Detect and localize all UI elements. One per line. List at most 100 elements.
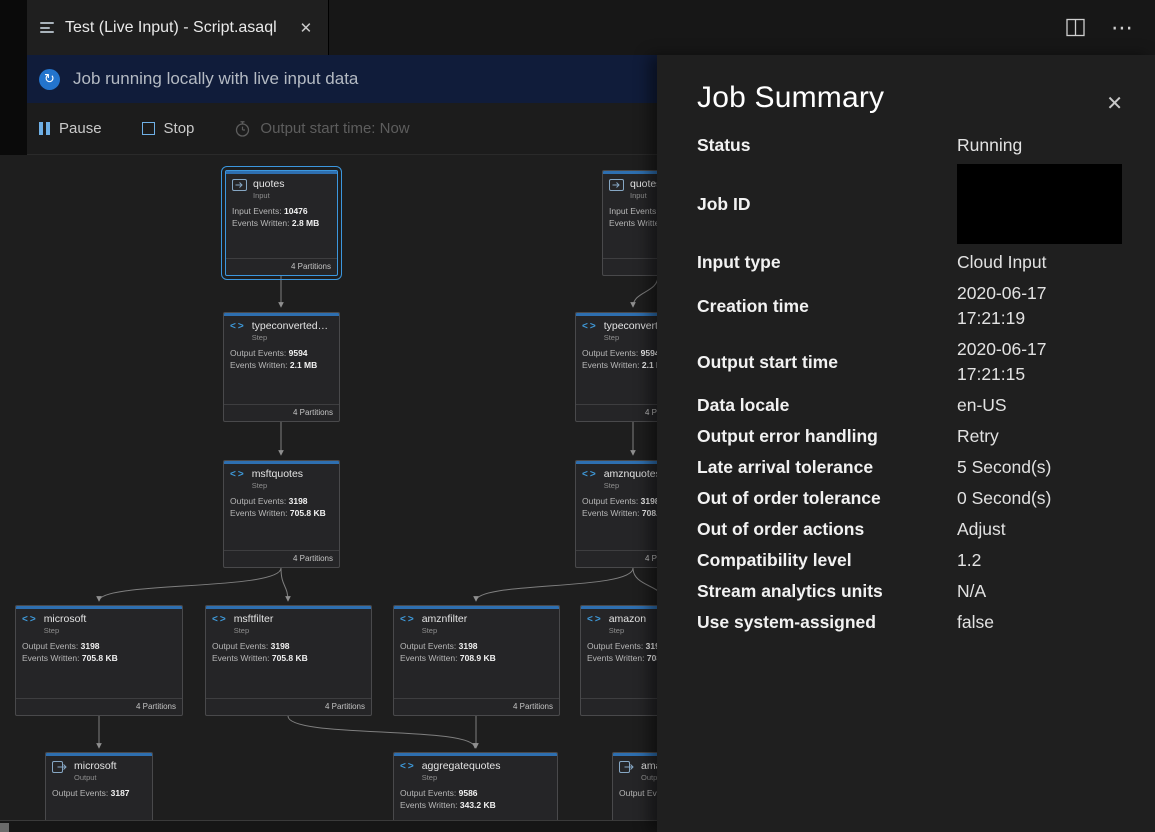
- diagram-node-microsoft-output[interactable]: microsoftOutputOutput Events: 3187: [45, 752, 153, 820]
- step-node-icon: <>: [582, 469, 598, 481]
- diagram-node-microsoft-step[interactable]: <>microsoftStepOutput Events: 3198Events…: [15, 605, 183, 716]
- summary-value: Adjust: [957, 517, 1006, 542]
- job-summary-panel: Job Summary ✕ StatusRunningJob IDInput t…: [657, 55, 1155, 832]
- step-node-icon: <>: [400, 614, 416, 626]
- node-subtitle: Step: [422, 773, 551, 782]
- stop-label: Stop: [164, 120, 195, 137]
- output-node-icon: [52, 761, 68, 773]
- close-panel-icon[interactable]: ✕: [1106, 91, 1123, 116]
- node-title: aggregatequotes: [422, 760, 551, 772]
- node-stat: Output Events: 3198: [22, 640, 176, 652]
- node-subtitle: Step: [252, 333, 333, 342]
- stop-button[interactable]: Stop: [142, 120, 195, 137]
- diagram-node-quotes[interactable]: quotesInput Input Events: 10476Events Wri…: [225, 170, 338, 276]
- pause-icon: [39, 122, 50, 135]
- step-node-icon: <>: [212, 614, 228, 626]
- node-partitions: 4 Partitions: [16, 698, 182, 715]
- node-stats: Output Events: 3198Events Written: 705.8…: [224, 492, 339, 519]
- node-subtitle: Step: [422, 626, 553, 635]
- more-actions-icon[interactable]: ⋯: [1111, 17, 1133, 39]
- node-stats: Output Events: 3198Events Written: 705.8…: [206, 637, 371, 664]
- app-window: Test (Live Input) - Script.asaql ✕ ⋯ ↻ J…: [0, 0, 1155, 832]
- node-stat: Events Written: 2.1 MB: [230, 359, 333, 371]
- split-editor-icon[interactable]: [1066, 18, 1085, 37]
- step-node-icon: <>: [22, 614, 38, 626]
- tab-script-asaql[interactable]: Test (Live Input) - Script.asaql ✕: [27, 0, 329, 55]
- summary-row-job-id: Job ID: [697, 164, 1127, 244]
- summary-value: 5 Second(s): [957, 455, 1051, 480]
- node-stat: Output Events: 3198: [400, 640, 553, 652]
- edge-msftquotes-to-microsoft: [99, 568, 281, 601]
- summary-label: Stream analytics units: [697, 581, 957, 602]
- node-subtitle: Step: [44, 626, 176, 635]
- node-partitions: 4 Partitions: [224, 404, 339, 421]
- summary-row-creation-time: Creation time2020-06-17 17:21:19: [697, 281, 1127, 331]
- summary-value: Running: [957, 133, 1022, 158]
- summary-value: 2020-06-17 17:21:15: [957, 337, 1047, 387]
- summary-row-out-of-order-actions: Out of order actionsAdjust: [697, 517, 1127, 542]
- node-title: quotes: [253, 178, 331, 190]
- node-title: typeconvertedquot...: [252, 320, 333, 332]
- node-stats: Output Events: 3198Events Written: 708.9…: [394, 637, 559, 664]
- step-node-icon: <>: [400, 761, 416, 773]
- summary-label: Late arrival tolerance: [697, 457, 957, 478]
- summary-value: 2020-06-17 17:21:19: [957, 281, 1047, 331]
- diagram-node-typeconvertedquotes[interactable]: <>typeconvertedquot...StepOutput Events:…: [223, 312, 340, 422]
- summary-row-use-system-assigned: Use system-assignedfalse: [697, 610, 1127, 635]
- node-subtitle: Step: [234, 626, 365, 635]
- scrollbar-thumb[interactable]: [0, 823, 9, 832]
- summary-row-out-of-order-tolerance: Out of order tolerance0 Second(s): [697, 486, 1127, 511]
- node-title: amznfilter: [422, 613, 553, 625]
- node-stat: Events Written: 705.8 KB: [22, 652, 176, 664]
- summary-label: Use system-assigned: [697, 612, 957, 633]
- sync-spinner-icon: ↻: [39, 69, 60, 90]
- summary-row-output-error-handling: Output error handlingRetry: [697, 424, 1127, 449]
- node-stats: Output Events: 9586Events Written: 343.2…: [394, 784, 557, 811]
- node-stats: Output Events: 3187: [46, 784, 152, 799]
- summary-label: Compatibility level: [697, 550, 957, 571]
- summary-value: 1.2: [957, 548, 981, 573]
- job-summary-rows: StatusRunningJob IDInput typeCloud Input…: [697, 133, 1127, 635]
- diagram-node-msftfilter[interactable]: <> msftfilterStep Output Events: 3198Event…: [205, 605, 372, 716]
- step-node-icon: <>: [587, 614, 603, 626]
- summary-row-output-start-time: Output start time2020-06-17 17:21:15: [697, 337, 1127, 387]
- summary-value: N/A: [957, 579, 986, 604]
- node-stats: Output Events: 3198Events Written: 705.8…: [16, 637, 182, 664]
- job-id-redacted-value: [957, 164, 1122, 244]
- summary-row-stream-analytics-units: Stream analytics unitsN/A: [697, 579, 1127, 604]
- tab-title: Test (Live Input) - Script.asaql: [65, 19, 277, 37]
- summary-value: Retry: [957, 424, 999, 449]
- pause-label: Pause: [59, 120, 102, 137]
- edge-msftfilter-to-aggregatequotes: [288, 716, 475, 748]
- edge-amznquotes-to-amznfilter: [476, 568, 633, 601]
- diagram-node-aggregatequotes[interactable]: <> aggregatequotesStep Output Events: 9586…: [393, 752, 558, 820]
- summary-value: false: [957, 610, 994, 635]
- summary-label: Job ID: [697, 194, 957, 215]
- node-stat: Output Events: 9586: [400, 787, 551, 799]
- node-subtitle: Input: [253, 191, 331, 200]
- summary-label: Output error handling: [697, 426, 957, 447]
- summary-row-late-arrival-tolerance: Late arrival tolerance5 Second(s): [697, 455, 1127, 480]
- close-tab-icon[interactable]: ✕: [300, 19, 313, 37]
- summary-value: 0 Second(s): [957, 486, 1051, 511]
- node-stats: Output Events: 9594Events Written: 2.1 M…: [224, 344, 339, 371]
- diagram-node-amznfilter[interactable]: <> amznfilterStep Output Events: 3198Event…: [393, 605, 560, 716]
- output-start-time-button[interactable]: Output start time: Now: [234, 120, 409, 138]
- notification-text: Job running locally with live input data: [73, 69, 358, 89]
- summary-row-compatibility-level: Compatibility level1.2: [697, 548, 1127, 573]
- input-node-icon: [609, 179, 624, 191]
- stop-icon: [142, 122, 155, 135]
- diagram-node-msftquotes[interactable]: <>msftquotesStepOutput Events: 3198Event…: [223, 460, 340, 568]
- summary-label: Status: [697, 135, 957, 156]
- summary-label: Output start time: [697, 352, 957, 373]
- node-title: microsoft: [74, 760, 146, 772]
- input-node-icon: [232, 179, 247, 191]
- node-stats: Input Events: 10476Events Written: 2.8 M…: [226, 202, 337, 229]
- node-partitions: 4 Partitions: [206, 698, 371, 715]
- node-subtitle: Step: [252, 481, 333, 490]
- node-title: msftfilter: [234, 613, 365, 625]
- left-gutter: [0, 0, 27, 155]
- pause-button[interactable]: Pause: [39, 120, 102, 137]
- output-node-icon: [619, 761, 635, 773]
- summary-value: en-US: [957, 393, 1007, 418]
